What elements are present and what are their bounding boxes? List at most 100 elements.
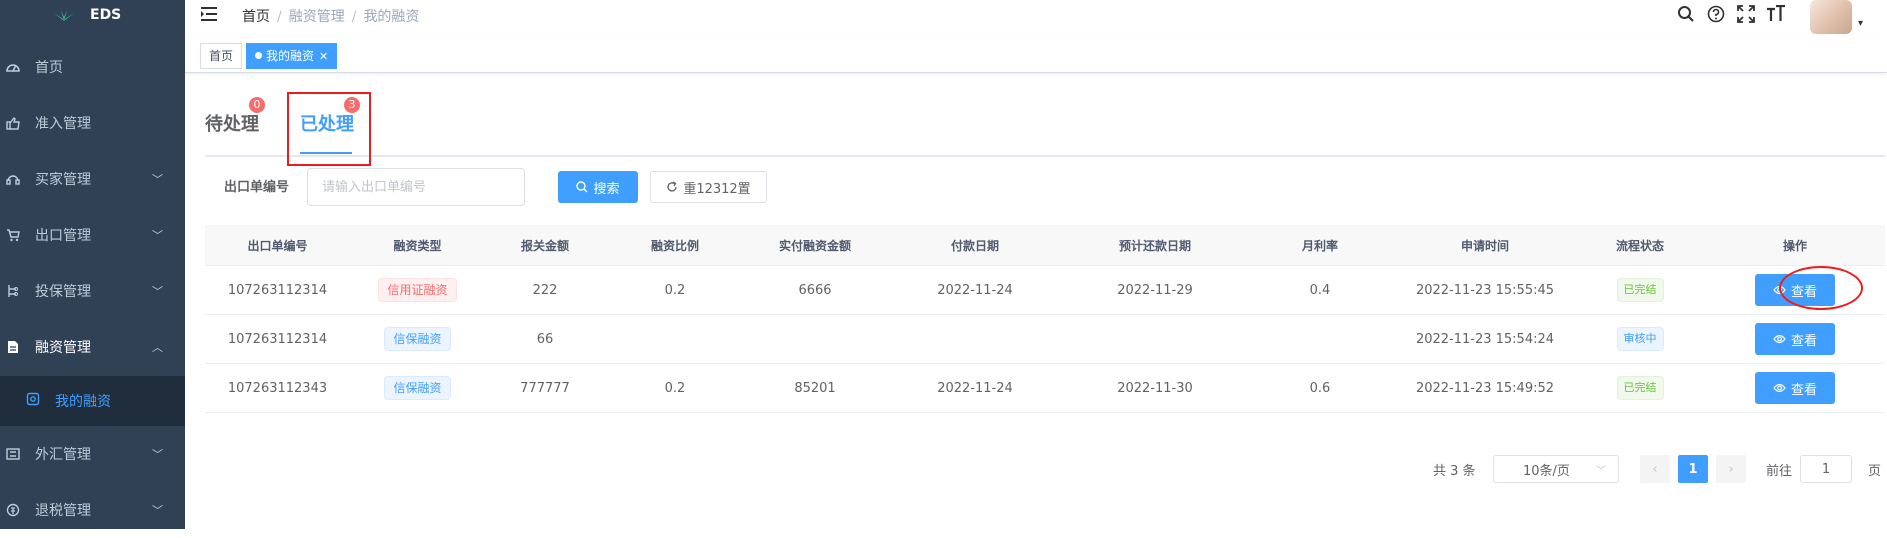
sidebar-subitem-label: 我的融资 — [55, 394, 111, 410]
tag-label: 我的融资 — [266, 49, 315, 63]
cell-monthly-rate: 0.4 — [1245, 265, 1395, 315]
chevron-down-icon: ﹀ — [152, 173, 163, 186]
active-dot-icon — [255, 52, 262, 59]
breadcrumb-financing[interactable]: 融资管理 — [289, 9, 345, 25]
refund-icon — [5, 502, 21, 518]
annotation-circle — [1779, 266, 1863, 310]
column-header: 申请时间 — [1395, 225, 1575, 266]
cell-ratio: 0.2 — [605, 363, 745, 413]
financing-type-tag: 信保融资 — [384, 327, 451, 351]
cell-ratio — [605, 314, 745, 364]
tab-pending[interactable]: 待处理 0 — [205, 97, 265, 136]
table-header-row: 出口单编号 融资类型 报关金额 融资比例 实付融资金额 付款日期 预计还款日期 … — [205, 225, 1885, 266]
export-no-input[interactable] — [307, 168, 525, 206]
cell-type: 信保融资 — [350, 363, 485, 413]
view-button-label: 查看 — [1790, 333, 1817, 349]
cell-repay-date: 2022-11-29 — [1065, 265, 1245, 315]
column-header: 报关金额 — [485, 225, 605, 266]
help-icon[interactable] — [1706, 4, 1726, 24]
view-button[interactable]: 查看 — [1755, 323, 1835, 355]
app-name: EDS — [90, 7, 122, 23]
cell-type: 信保融资 — [350, 314, 485, 364]
tag-label: 首页 — [209, 49, 234, 63]
breadcrumb-home[interactable]: 首页 — [242, 9, 270, 25]
export-no-label: 出口单编号 — [224, 180, 290, 195]
chevron-down-icon: ﹀ — [152, 229, 163, 242]
next-page-button[interactable]: › — [1716, 455, 1746, 483]
cell-export-no: 107263112314 — [205, 265, 350, 315]
tag-my-financing[interactable]: 我的融资 ✕ — [246, 43, 338, 69]
sidebar-item-tax-refund[interactable]: 退税管理 ﹀ — [0, 482, 185, 538]
chevron-left-icon: ‹ — [1652, 461, 1658, 477]
target-icon — [26, 392, 40, 410]
cell-paid-amount — [745, 314, 885, 364]
annotation-rectangle — [287, 92, 371, 166]
cell-monthly-rate — [1245, 314, 1395, 364]
column-header: 出口单编号 — [205, 225, 350, 266]
sidebar-item-label: 出口管理 — [35, 228, 91, 244]
count-badge: 0 — [249, 97, 265, 113]
sliders-icon — [5, 283, 21, 299]
tags-view: 首页 我的融资 ✕ — [185, 38, 1887, 73]
sidebar-item-access[interactable]: 准入管理 — [0, 95, 185, 151]
fullscreen-icon[interactable] — [1736, 4, 1756, 24]
search-button[interactable]: 搜索 — [558, 171, 638, 203]
caret-down-icon[interactable]: ▾ — [1858, 18, 1863, 29]
column-header: 预计还款日期 — [1065, 225, 1245, 266]
tag-home[interactable]: 首页 — [200, 43, 243, 69]
sidebar-item-label: 退税管理 — [35, 503, 91, 519]
column-header: 流程状态 — [1575, 225, 1705, 266]
cell-repay-date: 2022-11-30 — [1065, 363, 1245, 413]
sidebar-item-forex[interactable]: 外汇管理 ﹀ — [0, 426, 185, 482]
reset-button[interactable]: 重12312置 — [650, 171, 767, 203]
cell-pay-date — [885, 314, 1065, 364]
eye-icon — [1773, 383, 1786, 393]
sidebar-item-buyer[interactable]: 买家管理 ﹀ — [0, 151, 185, 207]
hamburger-icon[interactable] — [200, 6, 218, 26]
prev-page-button[interactable]: ‹ — [1640, 455, 1670, 483]
search-icon — [576, 181, 588, 193]
sidebar-item-insurance[interactable]: 投保管理 ﹀ — [0, 263, 185, 319]
financing-type-tag: 信保融资 — [384, 376, 451, 400]
page-size-select[interactable]: 10条/页 ﹀ — [1493, 455, 1619, 483]
sidebar: EDS 首页 准入管理 买家管理 ﹀ 出口管理 ﹀ 投保管理 ﹀ 融资管理 ︿ … — [0, 0, 185, 529]
search-button-label: 搜索 — [593, 181, 620, 197]
close-icon[interactable]: ✕ — [319, 50, 328, 63]
cell-action: 查看 — [1705, 363, 1885, 413]
cell-paid-amount: 85201 — [745, 363, 885, 413]
cell-paid-amount: 6666 — [745, 265, 885, 315]
hand-icon — [5, 115, 21, 131]
cell-status: 已完结 — [1575, 265, 1705, 315]
chevron-down-icon: ﹀ — [1596, 465, 1606, 477]
page-number-current[interactable]: 1 — [1678, 455, 1708, 483]
cell-apply-time: 2022-11-23 15:54:24 — [1395, 314, 1575, 364]
cell-status: 已完结 — [1575, 363, 1705, 413]
cell-apply-time: 2022-11-23 15:55:45 — [1395, 265, 1575, 315]
view-button[interactable]: 查看 — [1755, 372, 1835, 404]
chevron-down-icon: ﹀ — [152, 285, 163, 298]
sidebar-item-export[interactable]: 出口管理 ﹀ — [0, 207, 185, 263]
status-badge: 已完结 — [1616, 278, 1664, 302]
headset-icon — [5, 171, 21, 187]
font-size-icon[interactable] — [1766, 4, 1786, 24]
column-header: 付款日期 — [885, 225, 1065, 266]
cell-repay-date — [1065, 314, 1245, 364]
document-icon — [5, 339, 21, 355]
reset-button-label: 重12312置 — [683, 181, 751, 197]
page-suffix-label: 页 — [1868, 464, 1882, 479]
sidebar-item-financing[interactable]: 融资管理 ︿ — [0, 319, 185, 375]
chevron-down-icon: ﹀ — [152, 504, 163, 517]
sidebar-subitem-my-financing[interactable]: 我的融资 — [0, 376, 185, 426]
avatar[interactable] — [1810, 0, 1852, 34]
exchange-icon — [5, 446, 21, 462]
sidebar-item-home[interactable]: 首页 — [0, 39, 185, 95]
pagination-total: 共 3 条 — [1433, 464, 1476, 479]
goto-page-input[interactable]: 1 — [1800, 455, 1852, 483]
sidebar-item-label: 外汇管理 — [35, 447, 91, 463]
dashboard-icon — [5, 59, 21, 75]
app-logo[interactable]: EDS — [0, 0, 185, 30]
financing-type-tag: 信用证融资 — [378, 278, 457, 302]
search-icon[interactable] — [1676, 4, 1696, 24]
cell-status: 审核中 — [1575, 314, 1705, 364]
sidebar-item-label: 投保管理 — [35, 284, 91, 300]
